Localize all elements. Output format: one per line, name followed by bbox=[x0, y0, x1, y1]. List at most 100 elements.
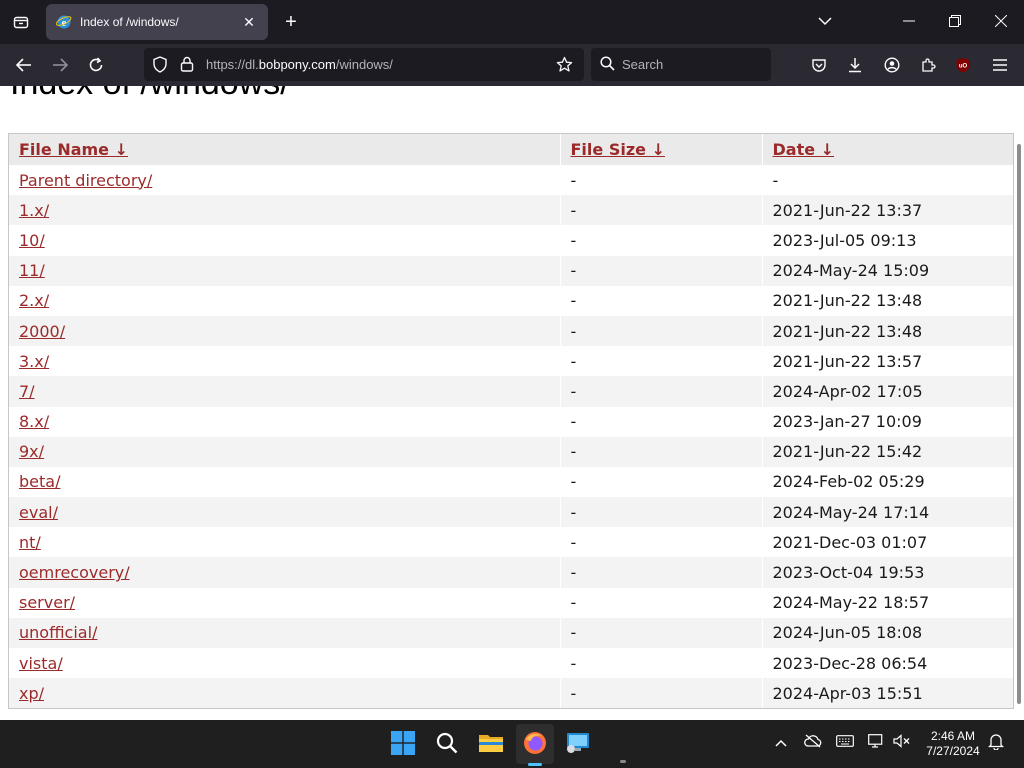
file-size-cell: - bbox=[559, 527, 762, 558]
tab-active[interactable]: e Index of /windows/ ✕ bbox=[46, 4, 268, 40]
address-bar[interactable]: https://dl.bobpony.com/windows/ bbox=[144, 48, 584, 81]
table-row: 8.x/ -2023-Jan-27 10:09 bbox=[9, 406, 1013, 437]
file-name-cell: server/ bbox=[9, 588, 560, 618]
extensions-button[interactable] bbox=[913, 50, 943, 80]
directory-link[interactable]: 1.x/ bbox=[19, 201, 49, 220]
sort-by-name-link[interactable]: File Name ↓ bbox=[19, 140, 128, 159]
directory-link[interactable]: vista/ bbox=[19, 654, 63, 673]
file-date-cell: 2021-Jun-22 13:48 bbox=[761, 285, 1013, 316]
table-row: Parent directory/ - - bbox=[9, 165, 1013, 196]
table-row: 11/ -2024-May-24 15:09 bbox=[9, 255, 1013, 286]
onedrive-tray-button[interactable] bbox=[804, 734, 822, 753]
pinned-app-indicator bbox=[620, 760, 626, 763]
directory-link[interactable]: server/ bbox=[19, 593, 75, 612]
forward-button[interactable] bbox=[45, 50, 75, 80]
ublock-origin-button[interactable]: uO bbox=[948, 50, 978, 80]
file-size-cell: - bbox=[559, 285, 762, 316]
firefox-running-indicator bbox=[528, 763, 542, 766]
file-name-cell: nt/ bbox=[9, 527, 560, 557]
page-scrollbar[interactable] bbox=[1016, 138, 1022, 718]
directory-link[interactable]: beta/ bbox=[19, 472, 60, 491]
pocket-button[interactable] bbox=[804, 50, 834, 80]
back-arrow-icon bbox=[16, 58, 31, 72]
file-size-cell: - bbox=[559, 497, 762, 528]
shield-icon[interactable] bbox=[152, 56, 168, 73]
sort-by-size-link[interactable]: File Size ↓ bbox=[571, 140, 665, 159]
file-size-cell: - bbox=[559, 557, 762, 588]
directory-link[interactable]: 2000/ bbox=[19, 322, 65, 341]
table-row: unofficial/ -2024-Jun-05 18:08 bbox=[9, 617, 1013, 648]
monitor-icon bbox=[567, 733, 589, 753]
file-date-cell: 2021-Jun-22 13:57 bbox=[761, 346, 1013, 377]
downloads-button[interactable] bbox=[840, 50, 870, 80]
file-size-cell: - bbox=[559, 255, 762, 286]
file-name-cell: xp/ bbox=[9, 678, 560, 709]
notifications-button[interactable] bbox=[987, 733, 1005, 755]
directory-link[interactable]: 3.x/ bbox=[19, 352, 49, 371]
directory-link[interactable]: xp/ bbox=[19, 684, 44, 703]
file-size-cell: - bbox=[559, 587, 762, 618]
sort-by-date-link[interactable]: Date ↓ bbox=[773, 140, 835, 159]
tab-overflow-chevron-icon[interactable] bbox=[808, 6, 842, 36]
new-tab-button[interactable]: + bbox=[278, 8, 304, 36]
directory-link[interactable]: nt/ bbox=[19, 533, 41, 552]
network-tray-button[interactable] bbox=[868, 734, 886, 753]
table-header-row: File Name ↓ File Size ↓ Date ↓ bbox=[9, 134, 1013, 165]
file-name-cell: 3.x/ bbox=[9, 346, 560, 376]
file-size-cell: - bbox=[559, 617, 762, 648]
table-row: vista/ -2023-Dec-28 06:54 bbox=[9, 648, 1013, 679]
directory-link[interactable]: unofficial/ bbox=[19, 623, 97, 642]
file-name-cell: Parent directory/ bbox=[9, 165, 560, 195]
reload-icon bbox=[89, 57, 103, 72]
firefox-taskbar-button[interactable] bbox=[520, 728, 550, 758]
file-size-cell: - bbox=[559, 315, 762, 347]
hamburger-menu-icon bbox=[993, 59, 1007, 71]
start-button[interactable] bbox=[388, 728, 418, 758]
keyboard-tray-button[interactable] bbox=[836, 734, 854, 752]
file-date-cell: 2024-May-24 15:09 bbox=[761, 255, 1013, 286]
file-explorer-button[interactable] bbox=[476, 728, 506, 758]
file-name-cell: 8.x/ bbox=[9, 407, 560, 437]
directory-link[interactable]: 11/ bbox=[19, 261, 45, 280]
directory-link[interactable]: oemrecovery/ bbox=[19, 563, 130, 582]
directory-link[interactable]: Parent directory/ bbox=[19, 171, 152, 190]
tab-bar: e Index of /windows/ ✕ + bbox=[0, 0, 1024, 44]
volume-tray-button[interactable] bbox=[893, 734, 911, 753]
clock-date: 7/27/2024 bbox=[926, 744, 980, 758]
clock[interactable]: 2:46 AM 7/27/2024 bbox=[918, 729, 988, 759]
directory-link[interactable]: 10/ bbox=[19, 231, 45, 250]
app-menu-button[interactable] bbox=[985, 50, 1015, 80]
account-button[interactable] bbox=[877, 50, 907, 80]
lock-icon[interactable] bbox=[180, 56, 194, 72]
back-button[interactable] bbox=[9, 50, 39, 80]
bookmark-star-icon[interactable] bbox=[556, 56, 573, 73]
show-hidden-icons-button[interactable] bbox=[775, 734, 787, 752]
file-size-cell: - bbox=[559, 466, 762, 498]
directory-link[interactable]: 2.x/ bbox=[19, 291, 49, 310]
taskbar-search-button[interactable] bbox=[432, 728, 462, 758]
minimize-button[interactable] bbox=[892, 6, 926, 36]
scrollbar-thumb[interactable] bbox=[1017, 144, 1021, 704]
file-size-cell: - bbox=[559, 225, 762, 256]
column-header-name: File Name ↓ bbox=[9, 134, 560, 165]
directory-link[interactable]: 9x/ bbox=[19, 442, 44, 461]
close-window-button[interactable] bbox=[984, 6, 1018, 36]
reload-button[interactable] bbox=[81, 50, 111, 80]
restore-button[interactable] bbox=[938, 6, 972, 36]
directory-link[interactable]: 7/ bbox=[19, 382, 35, 401]
file-date-cell: 2023-Jan-27 10:09 bbox=[761, 406, 1013, 437]
list-all-tabs-button[interactable] bbox=[8, 8, 34, 36]
search-placeholder: Search bbox=[622, 57, 664, 72]
table-row: eval/ -2024-May-24 17:14 bbox=[9, 497, 1013, 528]
directory-link[interactable]: 8.x/ bbox=[19, 412, 49, 431]
tab-title: Index of /windows/ bbox=[80, 15, 179, 29]
url-text[interactable]: https://dl.bobpony.com/windows/ bbox=[206, 57, 393, 72]
directory-link[interactable]: eval/ bbox=[19, 503, 58, 522]
tab-close-icon[interactable]: ✕ bbox=[240, 14, 258, 31]
search-input[interactable]: Search bbox=[591, 48, 771, 81]
windows-logo-icon bbox=[391, 731, 415, 755]
file-table-body: Parent directory/- -1.x/-2021-Jun-22 13:3… bbox=[9, 165, 1013, 709]
remote-desktop-button[interactable] bbox=[563, 728, 593, 758]
tab-list-icon bbox=[13, 16, 29, 29]
table-row: 10/ -2023-Jul-05 09:13 bbox=[9, 225, 1013, 256]
